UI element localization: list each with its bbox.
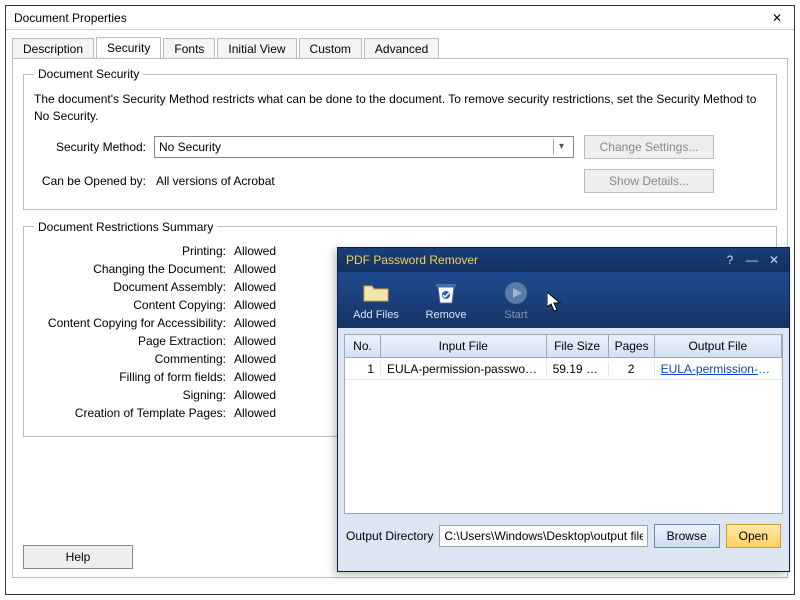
restriction-label: Commenting: bbox=[34, 352, 234, 366]
cell-pg: 2 bbox=[609, 362, 655, 376]
remove-label: Remove bbox=[418, 309, 474, 321]
restriction-label: Document Assembly: bbox=[34, 280, 234, 294]
restriction-value: Allowed bbox=[234, 370, 276, 384]
tab-fonts[interactable]: Fonts bbox=[163, 38, 215, 59]
restriction-label: Changing the Document: bbox=[34, 262, 234, 276]
pdf-toolbar: Add Files Remove Start bbox=[338, 272, 789, 328]
table-row[interactable]: 1EULA-permission-password-prot...59.19 K… bbox=[345, 358, 782, 380]
add-files-button[interactable]: Add Files bbox=[348, 279, 404, 321]
help-button[interactable]: Help bbox=[23, 545, 133, 569]
restriction-value: Allowed bbox=[234, 298, 276, 312]
col-no[interactable]: No. bbox=[345, 335, 381, 357]
restriction-label: Creation of Template Pages: bbox=[34, 406, 234, 420]
pdf-titlebar: PDF Password Remover ? — ✕ bbox=[338, 248, 789, 272]
remove-button[interactable]: Remove bbox=[418, 279, 474, 321]
restriction-value: Allowed bbox=[234, 244, 276, 258]
add-files-label: Add Files bbox=[348, 309, 404, 321]
browse-button[interactable]: Browse bbox=[654, 524, 720, 548]
file-grid: No. Input File File Size Pages Output Fi… bbox=[344, 334, 783, 514]
minimize-icon[interactable]: — bbox=[745, 253, 759, 267]
close-icon[interactable]: ✕ bbox=[768, 11, 786, 25]
folder-icon bbox=[362, 279, 390, 307]
restriction-label: Content Copying for Accessibility: bbox=[34, 316, 234, 330]
opened-by-label: Can be Opened by: bbox=[34, 174, 154, 188]
opened-by-value: All versions of Acrobat bbox=[154, 174, 574, 188]
restrictions-legend: Document Restrictions Summary bbox=[34, 220, 217, 234]
play-icon bbox=[502, 279, 530, 307]
output-directory-input[interactable] bbox=[439, 525, 647, 547]
security-method-select[interactable]: No Security ▾ bbox=[154, 136, 574, 158]
grid-header: No. Input File File Size Pages Output Fi… bbox=[345, 335, 782, 358]
restriction-value: Allowed bbox=[234, 406, 276, 420]
col-input-file[interactable]: Input File bbox=[381, 335, 547, 357]
cell-out: EULA-permission-pass... bbox=[655, 362, 782, 376]
show-details-button: Show Details... bbox=[584, 169, 714, 193]
close-icon[interactable]: ✕ bbox=[767, 253, 781, 267]
cell-no: 1 bbox=[345, 362, 381, 376]
restriction-label: Page Extraction: bbox=[34, 334, 234, 348]
restriction-label: Filling of form fields: bbox=[34, 370, 234, 384]
restriction-value: Allowed bbox=[234, 262, 276, 276]
pdf-window-title: PDF Password Remover bbox=[346, 253, 715, 267]
col-output-file[interactable]: Output File bbox=[655, 335, 782, 357]
col-file-size[interactable]: File Size bbox=[547, 335, 609, 357]
restriction-label: Content Copying: bbox=[34, 298, 234, 312]
col-pages[interactable]: Pages bbox=[609, 335, 655, 357]
security-method-label: Security Method: bbox=[34, 140, 154, 154]
help-icon[interactable]: ? bbox=[723, 253, 737, 267]
tab-description[interactable]: Description bbox=[12, 38, 94, 59]
tab-custom[interactable]: Custom bbox=[299, 38, 362, 59]
restriction-label: Printing: bbox=[34, 244, 234, 258]
security-method-value: No Security bbox=[159, 140, 221, 154]
titlebar: Document Properties ✕ bbox=[6, 6, 794, 30]
open-button[interactable]: Open bbox=[726, 524, 781, 548]
document-security-group: Document Security The document's Securit… bbox=[23, 67, 777, 210]
start-label: Start bbox=[488, 309, 544, 321]
tab-initial-view[interactable]: Initial View bbox=[217, 38, 296, 59]
restriction-label: Signing: bbox=[34, 388, 234, 402]
window-title: Document Properties bbox=[14, 11, 768, 25]
tab-security[interactable]: Security bbox=[96, 37, 161, 59]
cell-in: EULA-permission-password-prot... bbox=[381, 362, 547, 376]
change-settings-button: Change Settings... bbox=[584, 135, 714, 159]
restriction-value: Allowed bbox=[234, 280, 276, 294]
chevron-down-icon: ▾ bbox=[553, 139, 569, 155]
pdf-password-remover-window: PDF Password Remover ? — ✕ Add Files Rem… bbox=[337, 247, 790, 572]
restriction-value: Allowed bbox=[234, 352, 276, 366]
restriction-value: Allowed bbox=[234, 388, 276, 402]
restriction-value: Allowed bbox=[234, 316, 276, 330]
restriction-value: Allowed bbox=[234, 334, 276, 348]
tabstrip: Description Security Fonts Initial View … bbox=[6, 30, 794, 58]
start-button[interactable]: Start bbox=[488, 279, 544, 321]
cell-sz: 59.19 KB bbox=[547, 362, 609, 376]
tab-advanced[interactable]: Advanced bbox=[364, 38, 439, 59]
security-description: The document's Security Method restricts… bbox=[34, 91, 766, 125]
document-security-legend: Document Security bbox=[34, 67, 143, 81]
output-directory-label: Output Directory bbox=[346, 529, 433, 543]
trash-icon bbox=[432, 279, 460, 307]
output-bar: Output Directory Browse Open bbox=[338, 520, 789, 556]
